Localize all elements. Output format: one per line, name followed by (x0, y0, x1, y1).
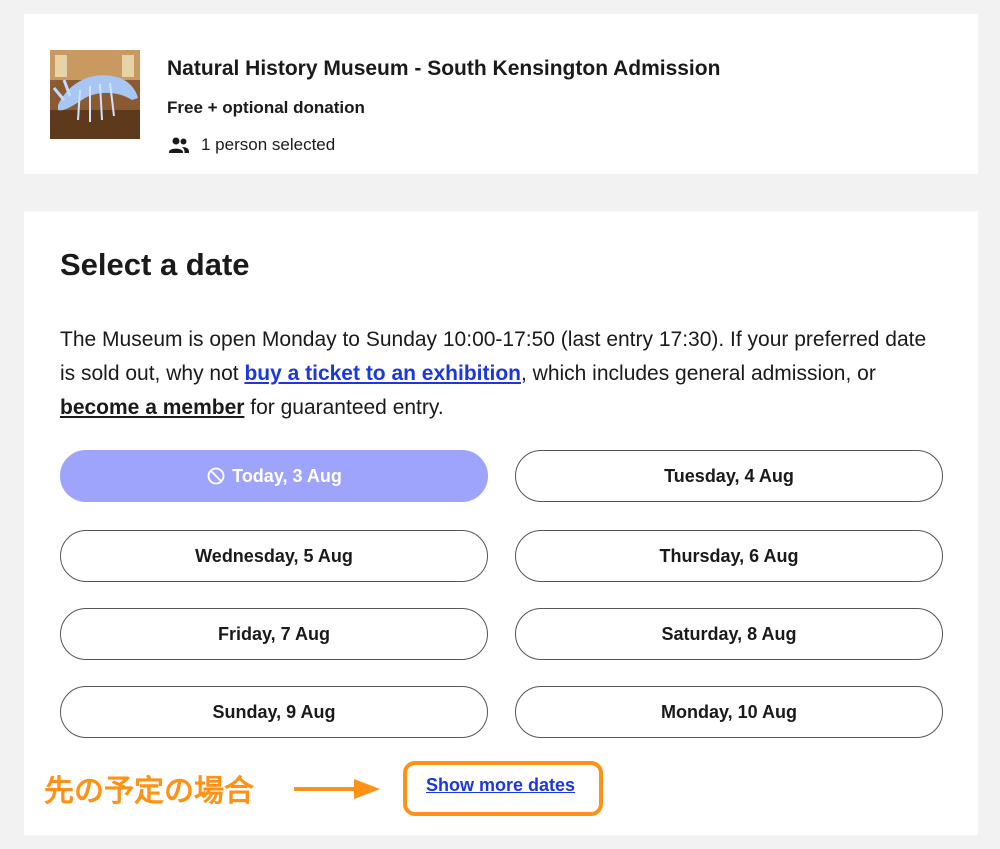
date-button-sunday-9-aug[interactable]: Sunday, 9 Aug (60, 686, 488, 738)
date-label: Today, 3 Aug (232, 465, 342, 486)
date-label: Sunday, 9 Aug (212, 701, 336, 722)
museum-thumbnail (50, 50, 140, 139)
date-label: Thursday, 6 Aug (659, 545, 799, 566)
date-button-monday-10-aug[interactable]: Monday, 10 Aug (515, 686, 943, 738)
date-label: Saturday, 8 Aug (661, 623, 797, 644)
date-label: Wednesday, 5 Aug (195, 545, 353, 566)
desc-text-3: for guaranteed entry. (244, 396, 444, 419)
become-member-link[interactable]: become a member (60, 396, 244, 419)
date-button-tuesday-4-aug[interactable]: Tuesday, 4 Aug (515, 450, 943, 502)
people-icon (169, 137, 189, 153)
annotation-arrow-icon (294, 779, 380, 799)
product-title: Natural History Museum - South Kensingto… (167, 57, 721, 80)
date-label: Monday, 10 Aug (660, 701, 797, 722)
people-selected: 1 person selected (167, 133, 335, 157)
date-button-saturday-8-aug[interactable]: Saturday, 8 Aug (515, 608, 943, 660)
show-more-dates-link[interactable]: Show more dates (426, 775, 575, 796)
people-count-text: 1 person selected (201, 135, 336, 154)
date-button-today: Today, 3 Aug (60, 450, 488, 502)
opening-hours-description: The Museum is open Monday to Sunday 10:0… (60, 323, 945, 425)
date-label: Tuesday, 4 Aug (664, 465, 794, 486)
buy-exhibition-ticket-link[interactable]: buy a ticket to an exhibition (244, 362, 521, 385)
date-button-friday-7-aug[interactable]: Friday, 7 Aug (60, 608, 488, 660)
product-card: Natural History Museum - South Kensingto… (24, 14, 978, 174)
select-date-card: Select a date The Museum is open Monday … (24, 211, 978, 835)
date-button-thursday-6-aug[interactable]: Thursday, 6 Aug (515, 530, 943, 582)
date-label: Friday, 7 Aug (217, 623, 331, 644)
block-icon (207, 467, 225, 485)
annotation-text: 先の予定の場合 (44, 774, 254, 809)
section-heading: Select a date (60, 247, 250, 282)
desc-text-2: , which includes general admission, or (520, 362, 876, 385)
product-price: Free + optional donation (167, 98, 365, 117)
date-button-wednesday-5-aug[interactable]: Wednesday, 5 Aug (60, 530, 488, 582)
